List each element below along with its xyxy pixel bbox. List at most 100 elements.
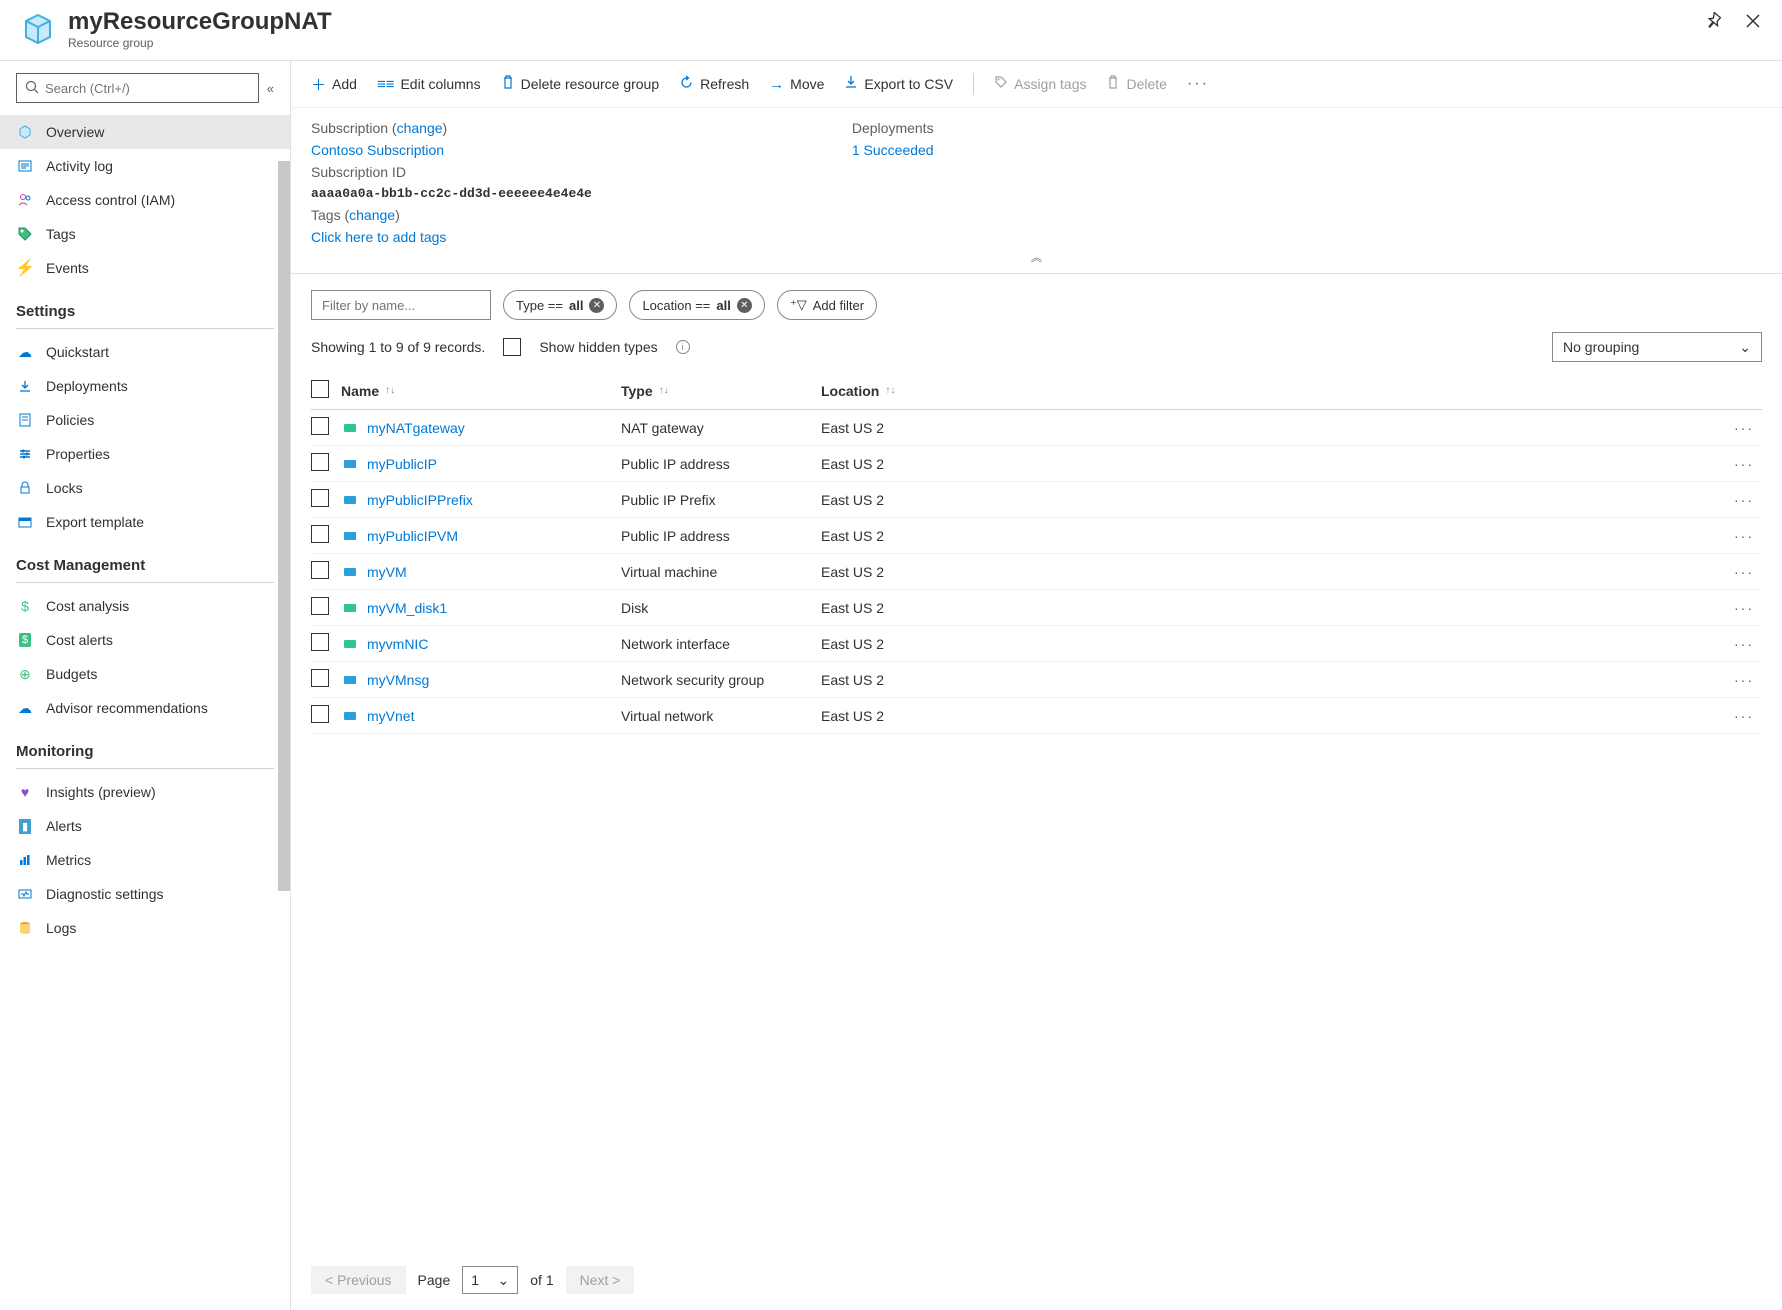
nav-icon: ▮ xyxy=(16,817,34,835)
filter-location-pill[interactable]: Location == all ✕ xyxy=(629,290,764,320)
filter-name-input[interactable] xyxy=(311,290,491,320)
resource-link[interactable]: myVM xyxy=(367,564,407,580)
subscription-change-link[interactable]: change xyxy=(397,120,443,136)
deployments-label: Deployments xyxy=(852,120,934,136)
header-name[interactable]: Name↑↓ xyxy=(341,383,621,399)
refresh-button[interactable]: Refresh xyxy=(679,75,749,94)
export-csv-button[interactable]: Export to CSV xyxy=(844,75,953,93)
clear-type-filter-icon[interactable]: ✕ xyxy=(589,298,604,313)
pin-icon[interactable] xyxy=(1706,12,1724,35)
sidebar-item-logs[interactable]: Logs xyxy=(0,911,290,945)
resource-link[interactable]: myNATgateway xyxy=(367,420,465,436)
delete-button: Delete xyxy=(1106,75,1166,93)
chevron-down-icon: ⌄ xyxy=(1739,339,1751,356)
sidebar-item-export-template[interactable]: Export template xyxy=(0,505,290,539)
resource-location: East US 2 xyxy=(821,492,1722,508)
sidebar-item-properties[interactable]: Properties xyxy=(0,437,290,471)
row-checkbox[interactable] xyxy=(311,453,329,471)
header-type[interactable]: Type↑↓ xyxy=(621,383,821,399)
row-checkbox[interactable] xyxy=(311,417,329,435)
sidebar-item-diagnostic-settings[interactable]: Diagnostic settings xyxy=(0,877,290,911)
resource-type: Network interface xyxy=(621,636,821,652)
row-checkbox[interactable] xyxy=(311,633,329,651)
delete-rg-button[interactable]: Delete resource group xyxy=(501,75,660,93)
row-more-icon[interactable]: ··· xyxy=(1722,456,1762,472)
edit-columns-button[interactable]: ≡≡Edit columns xyxy=(377,76,481,93)
sidebar-item-deployments[interactable]: Deployments xyxy=(0,369,290,403)
row-more-icon[interactable]: ··· xyxy=(1722,672,1762,688)
sidebar-item-policies[interactable]: Policies xyxy=(0,403,290,437)
sidebar-item-events[interactable]: ⚡Events xyxy=(0,251,290,285)
toolbar-more-icon[interactable]: ··· xyxy=(1187,75,1209,93)
sidebar-search[interactable] xyxy=(16,73,259,103)
resource-link[interactable]: myVMnsg xyxy=(367,672,429,688)
nav-label: Overview xyxy=(46,124,104,140)
row-more-icon[interactable]: ··· xyxy=(1722,528,1762,544)
sidebar-item-cost-analysis[interactable]: $Cost analysis xyxy=(0,589,290,623)
row-more-icon[interactable]: ··· xyxy=(1722,492,1762,508)
nav-icon xyxy=(16,377,34,395)
table-row: myPublicIPPublic IP addressEast US 2··· xyxy=(311,446,1762,482)
resource-link[interactable]: myVnet xyxy=(367,708,414,724)
grouping-select[interactable]: No grouping ⌄ xyxy=(1552,332,1762,362)
resource-link[interactable]: myPublicIP xyxy=(367,456,437,472)
page-select[interactable]: 1⌄ xyxy=(462,1266,518,1294)
resource-icon xyxy=(341,635,359,653)
sidebar-item-cost-alerts[interactable]: $Cost alerts xyxy=(0,623,290,657)
row-checkbox[interactable] xyxy=(311,561,329,579)
sidebar-item-insights-preview-[interactable]: ♥Insights (preview) xyxy=(0,775,290,809)
sidebar-item-activity-log[interactable]: Activity log xyxy=(0,149,290,183)
deployments-link[interactable]: 1 Succeeded xyxy=(852,142,934,158)
row-more-icon[interactable]: ··· xyxy=(1722,600,1762,616)
sidebar-item-budgets[interactable]: ⊕Budgets xyxy=(0,657,290,691)
plus-icon: ＋ xyxy=(311,74,326,95)
filter-type-pill[interactable]: Type == all ✕ xyxy=(503,290,617,320)
collapse-essentials-icon[interactable]: ︽ xyxy=(291,245,1782,274)
sidebar-item-advisor-recommendations[interactable]: ☁Advisor recommendations xyxy=(0,691,290,725)
resource-link[interactable]: myPublicIPPrefix xyxy=(367,492,473,508)
nav-divider xyxy=(16,768,274,769)
row-more-icon[interactable]: ··· xyxy=(1722,420,1762,436)
sidebar-item-tags[interactable]: Tags xyxy=(0,217,290,251)
resource-type: NAT gateway xyxy=(621,420,821,436)
tags-change-link[interactable]: change xyxy=(349,207,395,223)
select-all-checkbox[interactable] xyxy=(311,380,329,398)
row-more-icon[interactable]: ··· xyxy=(1722,708,1762,724)
table-row: myVM Virtual machineEast US 2··· xyxy=(311,554,1762,590)
resource-location: East US 2 xyxy=(821,564,1722,580)
resource-type: Virtual machine xyxy=(621,564,821,580)
sidebar-item-alerts[interactable]: ▮Alerts xyxy=(0,809,290,843)
add-filter-button[interactable]: ⁺▽ Add filter xyxy=(777,290,877,320)
sidebar-item-quickstart[interactable]: ☁Quickstart xyxy=(0,335,290,369)
resource-link[interactable]: myVM_disk1 xyxy=(367,600,447,616)
info-icon[interactable]: i xyxy=(676,340,690,354)
resource-icon xyxy=(341,599,359,617)
close-icon[interactable] xyxy=(1744,12,1762,35)
collapse-sidebar-icon[interactable]: « xyxy=(267,81,274,96)
add-tags-link[interactable]: Click here to add tags xyxy=(311,229,592,245)
sidebar-item-locks[interactable]: Locks xyxy=(0,471,290,505)
show-hidden-checkbox[interactable] xyxy=(503,338,521,356)
row-checkbox[interactable] xyxy=(311,597,329,615)
row-more-icon[interactable]: ··· xyxy=(1722,564,1762,580)
row-checkbox[interactable] xyxy=(311,669,329,687)
row-checkbox[interactable] xyxy=(311,489,329,507)
header-location[interactable]: Location↑↓ xyxy=(821,383,1722,399)
move-button[interactable]: →Move xyxy=(769,76,824,93)
subscription-link[interactable]: Contoso Subscription xyxy=(311,142,592,158)
row-more-icon[interactable]: ··· xyxy=(1722,636,1762,652)
table-row: myVnetVirtual networkEast US 2··· xyxy=(311,698,1762,734)
clear-location-filter-icon[interactable]: ✕ xyxy=(737,298,752,313)
row-checkbox[interactable] xyxy=(311,525,329,543)
resource-type: Disk xyxy=(621,600,821,616)
add-button[interactable]: ＋Add xyxy=(311,74,357,95)
filter-type-label: Type == xyxy=(516,298,563,313)
sidebar-search-input[interactable] xyxy=(39,81,250,96)
row-checkbox[interactable] xyxy=(311,705,329,723)
sidebar-item-access-control-iam-[interactable]: Access control (IAM) xyxy=(0,183,290,217)
resource-link[interactable]: myvmNIC xyxy=(367,636,428,652)
resource-link[interactable]: myPublicIPVM xyxy=(367,528,458,544)
sidebar-item-metrics[interactable]: Metrics xyxy=(0,843,290,877)
sidebar-item-overview[interactable]: Overview xyxy=(0,115,290,149)
sidebar-scrollbar[interactable] xyxy=(278,161,290,891)
